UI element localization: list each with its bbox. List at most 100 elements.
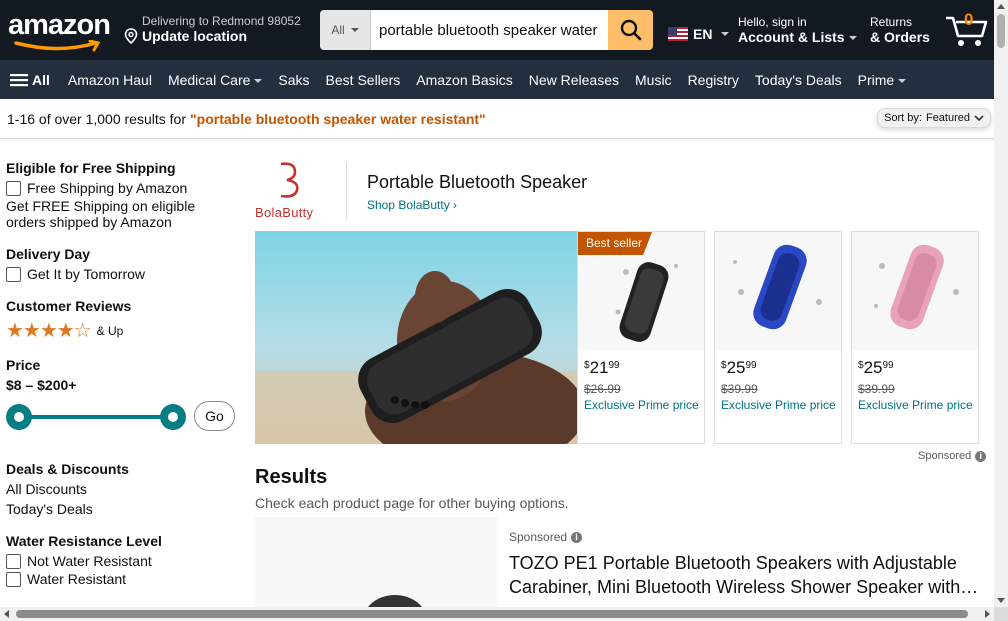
account-greeting: Hello, sign in: [738, 15, 807, 29]
deliver-to[interactable]: Delivering to Redmond 98052 Update locat…: [124, 14, 301, 44]
prime-price-link[interactable]: Exclusive Prime price: [858, 398, 973, 412]
product-price: $2199: [584, 358, 620, 377]
price-slider: Go: [6, 401, 236, 431]
chevron-down-icon: [721, 32, 730, 36]
account-menu[interactable]: Hello, sign in Account & Lists: [738, 15, 857, 45]
search-icon: [620, 19, 641, 41]
account-lists-row: Account & Lists: [738, 29, 857, 45]
product-image: Best seller: [578, 232, 704, 350]
nav-amazon-basics[interactable]: Amazon Basics: [408, 72, 520, 88]
search-category-dropdown[interactable]: All: [320, 10, 371, 50]
product-card[interactable]: $2599 $39.99 Exclusive Prime price: [714, 231, 842, 444]
scroll-up-icon[interactable]: [997, 4, 1005, 9]
free-shipping-desc: Get FREE Shipping on eligible orders shi…: [6, 198, 196, 230]
price-go-button[interactable]: Go: [194, 401, 235, 431]
brand-logo: BolaButty: [255, 160, 327, 222]
price-whole: 25: [863, 358, 883, 377]
product-card[interactable]: Best seller $2199 $26.99 Exclusive Prime…: [577, 231, 705, 444]
nav-new-releases[interactable]: New Releases: [521, 72, 627, 88]
horizontal-scroll-thumb[interactable]: [16, 610, 968, 618]
logo-text: amazon: [8, 9, 111, 41]
water-not-label: Not Water Resistant: [27, 553, 152, 569]
info-icon: i: [975, 450, 987, 462]
us-flag-icon: [668, 27, 688, 41]
free-shipping-option-label: Free Shipping by Amazon: [27, 180, 188, 196]
brand-hero-image[interactable]: [255, 231, 578, 444]
reviews-suffix: & Up: [96, 323, 124, 338]
returns-line2: & Orders: [870, 29, 930, 45]
was-price: $39.99: [721, 382, 758, 396]
water-resistant-checkbox[interactable]: [6, 571, 21, 587]
hero-speaker-image: [255, 271, 578, 444]
all-menu-button[interactable]: All: [0, 72, 60, 88]
language-selector[interactable]: EN: [668, 26, 730, 42]
free-shipping-filter[interactable]: Free Shipping by Amazon: [6, 180, 236, 196]
sponsored-text: Sponsored: [918, 450, 972, 462]
scroll-right-icon[interactable]: [985, 610, 990, 618]
price-slider-track: [18, 415, 173, 419]
nav-music[interactable]: Music: [627, 72, 680, 88]
chevron-down-icon: [848, 36, 857, 41]
product-card[interactable]: $2599 $39.99 Exclusive Prime price: [851, 231, 979, 444]
scroll-down-icon[interactable]: [997, 598, 1005, 603]
best-seller-badge: Best seller: [578, 232, 653, 255]
prime-price-link[interactable]: Exclusive Prime price: [584, 398, 699, 412]
water-filter-resistant[interactable]: Water Resistant: [6, 571, 236, 587]
search-button[interactable]: [608, 10, 653, 50]
water-heading: Water Resistance Level: [6, 533, 162, 549]
water-not-checkbox[interactable]: [6, 553, 21, 569]
water-resistant-label: Water Resistant: [27, 571, 127, 587]
free-shipping-heading: Eligible for Free Shipping: [6, 160, 176, 176]
price-fraction: 99: [882, 360, 894, 371]
sort-dropdown[interactable]: Sort by: Featured: [877, 108, 991, 128]
nav-medical-care[interactable]: Medical Care: [160, 72, 270, 88]
returns-orders[interactable]: Returns & Orders: [870, 15, 930, 45]
shop-brand-link[interactable]: Shop BolaButty ›: [367, 198, 457, 212]
delivery-filter[interactable]: Get It by Tomorrow: [6, 266, 236, 282]
result-sponsored-text: Sponsored: [509, 530, 568, 544]
update-location: Update location: [142, 28, 248, 44]
nav-prime[interactable]: Prime: [850, 72, 915, 88]
water-filter-not[interactable]: Not Water Resistant: [6, 553, 236, 569]
info-icon: i: [571, 531, 583, 543]
nav-amazon-haul[interactable]: Amazon Haul: [60, 72, 160, 88]
result-sponsored[interactable]: Sponsored i: [509, 530, 583, 544]
chevron-down-icon: [898, 78, 907, 83]
prime-price-link[interactable]: Exclusive Prime price: [721, 398, 836, 412]
star-rating-icon: ★★★★☆: [6, 320, 92, 342]
sort-label: Sort by:: [884, 112, 922, 124]
brand-banner[interactable]: BolaButty Portable Bluetooth Speaker Sho…: [255, 160, 980, 225]
sponsored-label[interactable]: Sponsored i: [918, 450, 987, 462]
nav-saks[interactable]: Saks: [270, 72, 317, 88]
scroll-left-icon[interactable]: [4, 610, 9, 618]
delivery-checkbox[interactable]: [6, 266, 21, 282]
vertical-scrollbar[interactable]: [994, 0, 1008, 607]
sort-value: Featured: [925, 112, 970, 124]
price-slider-max-handle[interactable]: [160, 404, 186, 430]
brand-divider: [346, 162, 347, 220]
free-shipping-checkbox[interactable]: [6, 180, 21, 196]
nav-prime-label: Prime: [857, 71, 895, 88]
returns-line1: Returns: [870, 15, 913, 29]
brand-title: Portable Bluetooth Speaker: [367, 172, 588, 192]
horizontal-scrollbar[interactable]: [0, 607, 994, 621]
price-range: $8 – $200+: [6, 377, 77, 393]
deals-all-link[interactable]: All Discounts: [6, 481, 236, 497]
amazon-logo[interactable]: amazon: [8, 9, 111, 52]
search-input[interactable]: [371, 10, 608, 50]
vertical-scroll-thumb[interactable]: [997, 14, 1005, 48]
deals-today-link[interactable]: Today's Deals: [6, 501, 236, 517]
result-title-link[interactable]: TOZO PE1 Portable Bluetooth Speakers wit…: [509, 551, 989, 599]
nav-registry[interactable]: Registry: [680, 72, 747, 88]
account-lists-label: Account & Lists: [738, 29, 845, 45]
price-slider-min-handle[interactable]: [6, 404, 32, 430]
result-product-image[interactable]: [255, 517, 497, 621]
scrollbar-corner: [994, 607, 1008, 621]
reviews-filter[interactable]: ★★★★☆ & Up: [6, 318, 236, 343]
price-heading: Price: [6, 357, 41, 373]
product-image: [852, 232, 978, 350]
nav-todays-deals[interactable]: Today's Deals: [747, 72, 850, 88]
cart-button[interactable]: 0: [944, 10, 990, 48]
speaker-image: [363, 595, 427, 621]
nav-best-sellers[interactable]: Best Sellers: [318, 72, 409, 88]
